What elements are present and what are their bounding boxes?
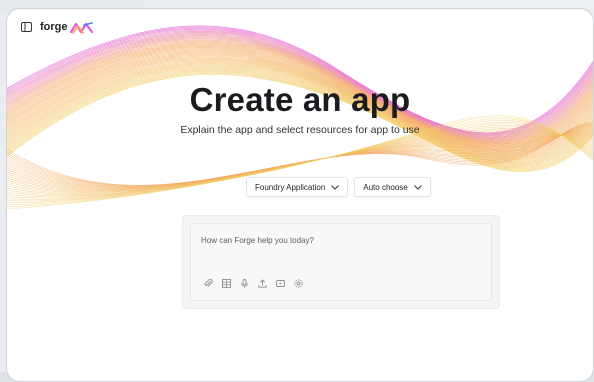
prompt-input[interactable] xyxy=(201,233,471,247)
prompt-composer[interactable] xyxy=(190,223,492,301)
composer-container xyxy=(182,215,500,309)
top-bar: forge xyxy=(21,19,94,35)
forge-logo[interactable]: forge xyxy=(40,21,94,34)
application-select-label: Foundry Application xyxy=(255,182,326,192)
microphone-icon[interactable] xyxy=(239,278,249,288)
chevron-down-icon xyxy=(331,184,340,190)
forge-logo-mark-icon xyxy=(69,21,94,34)
page-subtitle: Explain the app and select resources for… xyxy=(180,124,420,136)
upload-icon[interactable] xyxy=(257,278,267,288)
resource-selectors: Foundry Application Auto choose xyxy=(246,177,431,197)
media-icon[interactable] xyxy=(275,278,285,288)
chevron-down-icon xyxy=(413,184,422,190)
page-title: Create an app xyxy=(189,81,411,118)
logo-text: forge xyxy=(40,21,68,33)
table-icon[interactable] xyxy=(221,278,231,288)
composer-toolbar xyxy=(203,278,303,288)
paperclip-icon[interactable] xyxy=(203,278,213,288)
model-select-label: Auto choose xyxy=(363,182,408,192)
model-select[interactable]: Auto choose xyxy=(354,177,431,197)
sidebar-toggle-icon[interactable] xyxy=(21,22,32,32)
app-window: forge Create an app Explain the app and … xyxy=(6,8,594,382)
settings-icon[interactable] xyxy=(293,278,303,288)
application-select[interactable]: Foundry Application xyxy=(246,177,349,197)
